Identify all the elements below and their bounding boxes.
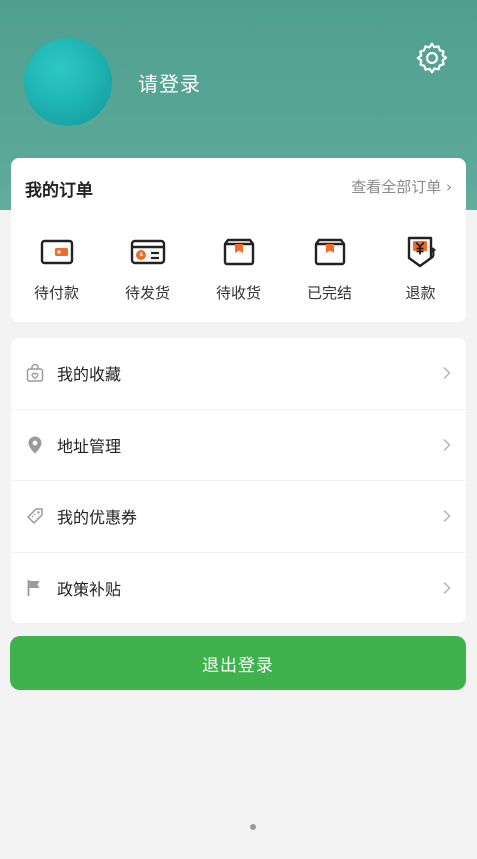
chevron-right-icon <box>443 438 451 451</box>
menu-item-address[interactable]: 地址管理 <box>11 410 466 481</box>
menu-list: 我的收藏 地址管理 我的优惠券 政策补贴 <box>11 338 466 623</box>
order-status-label: 退款 <box>405 284 436 302</box>
order-status-label: 待发货 <box>124 284 170 302</box>
menu-item-label: 我的优惠券 <box>57 508 138 528</box>
view-all-orders-link[interactable]: 查看全部订单 › <box>351 176 452 197</box>
menu-item-label: 地址管理 <box>57 436 122 456</box>
favorites-bag-icon <box>26 364 44 382</box>
card-clock-icon <box>130 239 165 265</box>
order-status-pending-payment[interactable]: 待付款 <box>11 232 102 303</box>
box-icon <box>314 238 345 266</box>
menu-item-coupons[interactable]: 我的优惠券 <box>11 481 466 553</box>
order-status-label: 待收货 <box>215 284 261 302</box>
profile-page: 请登录 我的订单 查看全部订单 › 待付款 待发货 待收货 已完结 退款 我的收… <box>0 0 477 859</box>
menu-item-label: 政策补贴 <box>57 580 122 600</box>
order-status-pending-receipt[interactable]: 待收货 <box>193 232 284 303</box>
chevron-right-icon <box>443 367 451 380</box>
wallet-icon <box>40 239 73 265</box>
chevron-right-icon <box>443 510 451 523</box>
login-prompt[interactable]: 请登录 <box>138 68 201 97</box>
order-status-pending-shipment[interactable]: 待发货 <box>102 232 193 303</box>
logout-button[interactable]: 退出登录 <box>10 636 466 690</box>
menu-item-favorites[interactable]: 我的收藏 <box>11 338 466 410</box>
chevron-right-icon <box>443 582 451 595</box>
page-indicator-dot <box>250 824 256 830</box>
box-icon <box>223 238 254 266</box>
coupon-icon <box>27 508 43 524</box>
yen-refund-icon <box>407 236 436 268</box>
order-status-refund[interactable]: 退款 <box>375 232 466 303</box>
settings-gear-icon[interactable] <box>414 40 450 76</box>
order-status-completed[interactable]: 已完结 <box>284 232 375 303</box>
menu-item-policy-subsidy[interactable]: 政策补贴 <box>11 553 466 625</box>
order-status-list: 待付款 待发货 待收货 已完结 退款 <box>11 232 466 303</box>
menu-item-label: 我的收藏 <box>57 365 122 385</box>
orders-card: 我的订单 查看全部订单 › 待付款 待发货 待收货 已完结 退款 <box>11 158 466 322</box>
order-status-label: 待付款 <box>33 284 79 302</box>
avatar[interactable] <box>24 38 112 126</box>
location-pin-icon <box>28 436 42 454</box>
order-status-label: 已完结 <box>306 284 352 302</box>
orders-title: 我的订单 <box>25 181 93 201</box>
flag-icon <box>27 580 40 597</box>
